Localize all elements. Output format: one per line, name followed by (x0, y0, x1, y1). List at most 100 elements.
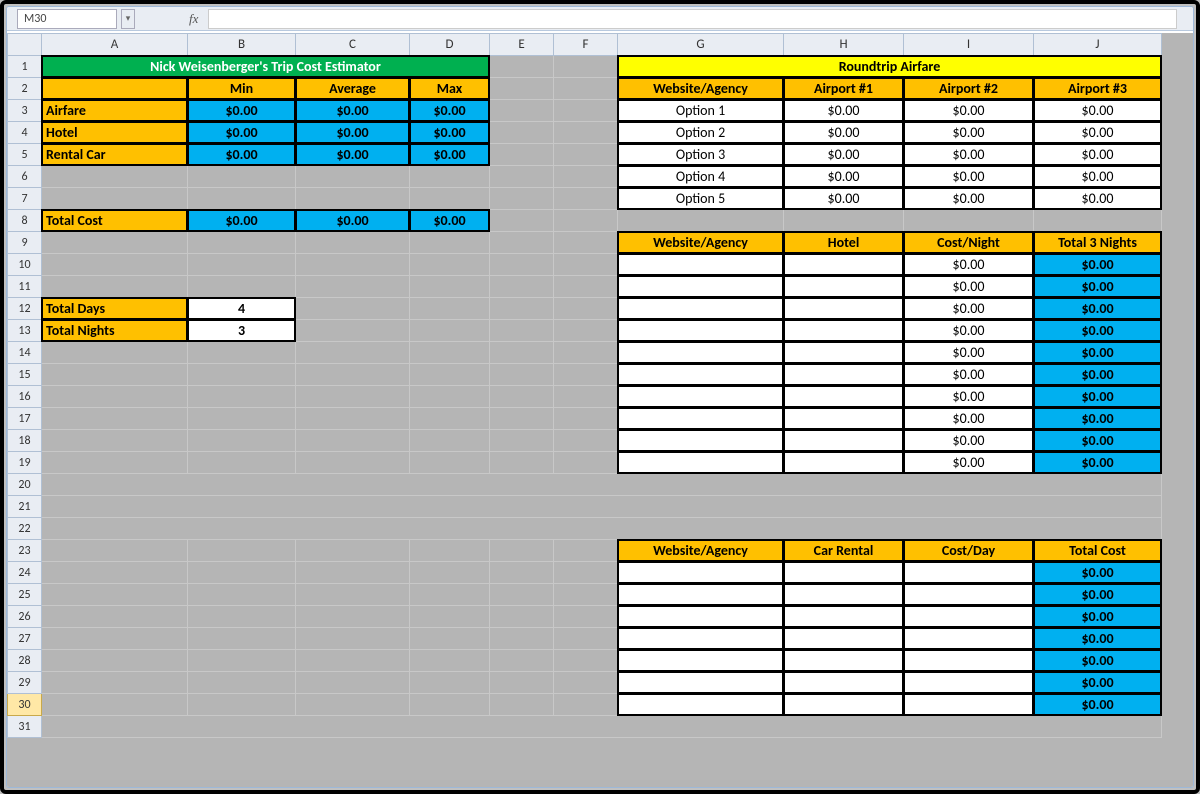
row-header[interactable]: 21 (8, 496, 42, 518)
cell[interactable]: $0.00 (903, 429, 1034, 452)
cell[interactable]: $0.00 (903, 363, 1034, 386)
col-header[interactable]: F (554, 34, 618, 56)
cell[interactable]: $0.00 (187, 99, 296, 122)
cell[interactable] (783, 275, 904, 298)
col-header[interactable]: H (784, 34, 904, 56)
cell[interactable]: $0.00 (1033, 165, 1162, 188)
row-header[interactable]: 15 (8, 364, 42, 386)
col-header[interactable]: C (296, 34, 410, 56)
select-all-corner[interactable] (8, 34, 42, 56)
cell[interactable]: $0.00 (903, 187, 1034, 210)
cell[interactable]: Option 4 (617, 165, 784, 188)
row-header[interactable]: 23 (8, 540, 42, 562)
cell[interactable] (617, 341, 784, 364)
row-label[interactable]: Rental Car (41, 143, 188, 166)
row-label[interactable]: Airfare (41, 99, 188, 122)
cell[interactable] (783, 671, 904, 694)
cell[interactable]: $0.00 (409, 209, 490, 232)
cell[interactable]: $0.00 (409, 99, 490, 122)
cell[interactable]: $0.00 (1033, 187, 1162, 210)
cell[interactable] (617, 627, 784, 650)
cell[interactable] (783, 583, 904, 606)
airfare-header[interactable]: Airport #2 (903, 77, 1034, 100)
cell[interactable] (783, 385, 904, 408)
cell[interactable]: Option 3 (617, 143, 784, 166)
header-max[interactable]: Max (409, 77, 490, 100)
hotel-header[interactable]: Website/Agency (617, 231, 784, 254)
column-headers[interactable]: A B C D E F G H I J (8, 34, 1162, 56)
cell[interactable] (617, 429, 784, 452)
row-header[interactable]: 31 (8, 716, 42, 738)
cell[interactable]: $0.00 (903, 143, 1034, 166)
cell[interactable] (783, 297, 904, 320)
row-header[interactable]: 19 (8, 452, 42, 474)
col-header[interactable]: G (618, 34, 784, 56)
header-min[interactable]: Min (187, 77, 296, 100)
cell[interactable]: Option 2 (617, 121, 784, 144)
row-header[interactable]: 12 (8, 298, 42, 320)
cell[interactable]: $0.00 (409, 121, 490, 144)
cell[interactable] (783, 407, 904, 430)
row-header[interactable]: 29 (8, 672, 42, 694)
cell[interactable] (783, 649, 904, 672)
row-header[interactable]: 22 (8, 518, 42, 540)
cell[interactable]: $0.00 (1033, 583, 1162, 606)
row-header[interactable]: 18 (8, 430, 42, 452)
cell[interactable]: $0.00 (1033, 121, 1162, 144)
cell[interactable] (783, 363, 904, 386)
cell[interactable]: $0.00 (903, 121, 1034, 144)
row-header[interactable]: 9 (8, 232, 42, 254)
row-header[interactable]: 16 (8, 386, 42, 408)
cell[interactable] (783, 627, 904, 650)
car-header[interactable]: Cost/Day (903, 539, 1034, 562)
cell[interactable]: $0.00 (1033, 385, 1162, 408)
cell[interactable]: $0.00 (783, 165, 904, 188)
cell[interactable] (783, 605, 904, 628)
total-cost-label[interactable]: Total Cost (41, 209, 188, 232)
car-header[interactable]: Total Cost (1033, 539, 1162, 562)
cell[interactable]: $0.00 (187, 121, 296, 144)
total-days-value[interactable]: 4 (187, 297, 296, 320)
cell[interactable] (903, 649, 1034, 672)
cell[interactable] (903, 583, 1034, 606)
row-header[interactable]: 8 (8, 210, 42, 232)
cell[interactable] (617, 693, 784, 716)
cell[interactable]: $0.00 (1033, 363, 1162, 386)
cell[interactable] (617, 451, 784, 474)
car-header[interactable]: Car Rental (783, 539, 904, 562)
cell[interactable] (783, 253, 904, 276)
row-header[interactable]: 27 (8, 628, 42, 650)
cell[interactable] (617, 385, 784, 408)
total-nights-label[interactable]: Total Nights (41, 319, 188, 342)
row-header-selected[interactable]: 30 (8, 694, 42, 716)
cell[interactable] (783, 341, 904, 364)
cell[interactable] (617, 671, 784, 694)
cell[interactable] (617, 253, 784, 276)
cell[interactable]: $0.00 (903, 297, 1034, 320)
airfare-header[interactable]: Airport #3 (1033, 77, 1162, 100)
cell[interactable]: $0.00 (1033, 561, 1162, 584)
cell[interactable]: $0.00 (187, 209, 296, 232)
row-header[interactable]: 17 (8, 408, 42, 430)
cell[interactable]: $0.00 (903, 385, 1034, 408)
row-header[interactable]: 5 (8, 144, 42, 166)
cell[interactable]: $0.00 (1033, 275, 1162, 298)
cell[interactable]: $0.00 (295, 121, 410, 144)
col-header[interactable]: J (1034, 34, 1162, 56)
cell[interactable]: $0.00 (903, 253, 1034, 276)
cell[interactable]: $0.00 (1033, 99, 1162, 122)
cell[interactable]: $0.00 (783, 187, 904, 210)
total-nights-value[interactable]: 3 (187, 319, 296, 342)
cell[interactable]: $0.00 (903, 99, 1034, 122)
row-header[interactable]: 28 (8, 650, 42, 672)
row-header[interactable]: 26 (8, 606, 42, 628)
row-header[interactable]: 1 (8, 56, 42, 78)
worksheet-grid[interactable]: A B C D E F G H I J 1 Nick Weisenberger'… (7, 33, 1193, 787)
row-header[interactable]: 10 (8, 254, 42, 276)
row-header[interactable]: 4 (8, 122, 42, 144)
cell[interactable]: $0.00 (295, 143, 410, 166)
col-header[interactable]: B (188, 34, 296, 56)
cell[interactable]: $0.00 (1033, 407, 1162, 430)
row-label[interactable]: Hotel (41, 121, 188, 144)
cell[interactable]: $0.00 (409, 143, 490, 166)
